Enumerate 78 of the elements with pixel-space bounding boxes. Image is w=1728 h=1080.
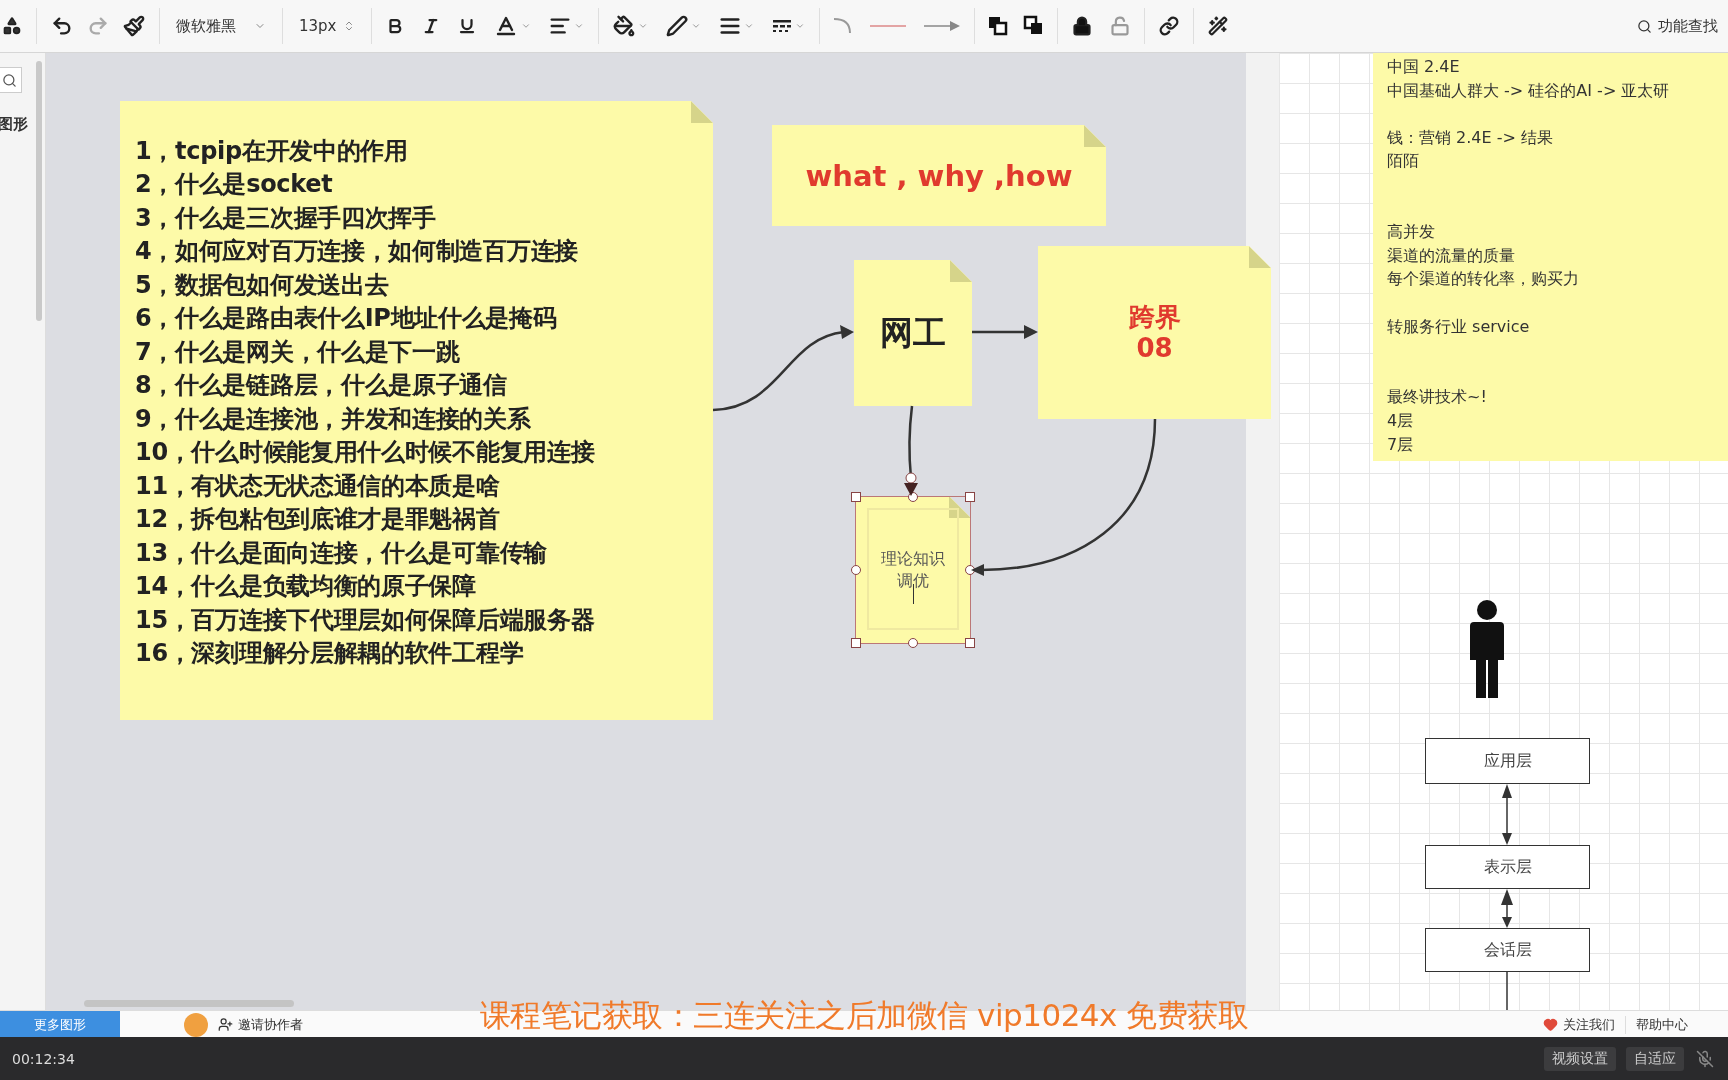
person-icon [1470, 600, 1504, 698]
note-text: 08 [1136, 332, 1173, 364]
dash-style-icon[interactable] [771, 18, 792, 34]
outline-item: 15，百万连接下代理层如何保障后端服务器 [135, 605, 596, 635]
note-line: 最终讲技术~! [1387, 386, 1488, 409]
invite-button[interactable]: 邀请协作者 [208, 1015, 313, 1034]
outline-item: 7，什么是网关，什么是下一跳 [135, 337, 461, 367]
note-text: 网工 [880, 311, 946, 354]
outline-item: 1，tcpip在开发中的作用 [135, 137, 409, 166]
follow-link[interactable]: 关注我们 [1533, 1015, 1625, 1034]
note-line: 中国 2.4E [1387, 56, 1461, 78]
search-icon[interactable] [1637, 18, 1652, 34]
send-back-icon[interactable] [1022, 15, 1045, 37]
bring-front-icon[interactable] [986, 15, 1009, 37]
sticky-note[interactable]: 网工 [854, 260, 972, 406]
playback-time: 00:12:34 [12, 1050, 75, 1067]
outline-item: 16，深刻理解分层解耦的软件工程学 [135, 639, 525, 668]
outline-item: 12，拆包粘包到底谁才是罪魁祸首 [135, 505, 501, 534]
note-text: 跨界 [1128, 301, 1181, 333]
caption-text: 课程笔记获取：三连关注之后加微信 vip1024x 免费获取 [479, 996, 1249, 1035]
outline-item: 8，什么是链路层，什么是原子通信 [135, 371, 508, 400]
layer-box[interactable]: 表示层 [1425, 845, 1590, 889]
outline-item: 14，什么是负载均衡的原子保障 [135, 572, 477, 601]
outline-item: 3，什么是三次握手四次挥手 [135, 203, 437, 233]
outline-item: 11，有状态无状态通信的本质是啥 [135, 471, 501, 501]
note-line: 转服务行业 service [1387, 315, 1531, 338]
help-link[interactable]: 帮助中心 [1625, 1015, 1698, 1034]
scrollbar[interactable] [84, 1000, 294, 1007]
outline-item: 6，什么是路由表什么IP地址什么是掩码 [135, 304, 558, 333]
outline-item: 10，什么时候能复用什么时候不能复用连接 [135, 438, 596, 467]
outline-item: 4，如何应对百万连接，如何制造百万连接 [135, 237, 579, 266]
outline-item: 13，什么是面向连接，什么是可靠传输 [135, 538, 548, 568]
font-size-select[interactable]: 13px [295, 15, 359, 37]
note-line: 每个渠道的转化率，购买力 [1387, 268, 1580, 291]
sticky-note[interactable]: 跨界 08 [1038, 246, 1271, 419]
note-text: 理论知识 [881, 548, 945, 570]
player-button[interactable]: 自适应 [1626, 1046, 1684, 1071]
note-text: 调优 [897, 570, 929, 592]
note-line: 中国基础人群大 -> 硅谷的AI -> 亚太研 [1387, 79, 1671, 102]
text-caret [913, 584, 914, 604]
sticky-note[interactable]: what , why ,how [772, 125, 1106, 226]
note-line: 高并发 [1387, 221, 1436, 244]
note-line: 钱：营销 2.4E -> 结果 [1387, 126, 1554, 149]
format-painter-icon[interactable] [121, 13, 147, 39]
sticky-note[interactable]: 中国 2.4E 中国基础人群大 -> 硅谷的AI -> 亚太研 钱：营销 2.4E -> 结果 陌陌 高并发 渠道的流量的质量 每个渠道的转化率，购买力 转服务行业 service 最终讲技术~! 4层 7层 [1373, 53, 1728, 461]
resize-handle[interactable] [851, 565, 861, 575]
add-user-icon[interactable] [218, 1017, 233, 1032]
sticky-note[interactable] [120, 101, 713, 720]
connector-arrow[interactable] [712, 325, 854, 412]
connector-arrow[interactable] [972, 325, 1038, 339]
layer-box[interactable]: 应用层 [1425, 738, 1590, 784]
sticky-note[interactable]: 理论知识 调优 [855, 496, 971, 644]
search-icon[interactable] [1, 72, 17, 88]
connector-arrow[interactable] [904, 405, 918, 496]
player-button[interactable]: 视频设置 [1544, 1046, 1616, 1071]
note-line: 7层 [1387, 433, 1415, 456]
resize-handle[interactable] [965, 638, 975, 648]
resize-handle[interactable] [908, 638, 918, 648]
feature-search-button[interactable]: 功能查找 [1627, 16, 1728, 36]
arrow-style-icon[interactable] [921, 20, 962, 32]
resize-handle[interactable] [851, 492, 861, 502]
font-select[interactable]: 微软雅黑 [172, 14, 270, 38]
search-field[interactable] [0, 67, 22, 93]
note-title: what , why ,how [805, 158, 1073, 193]
scrollbar[interactable] [36, 61, 42, 321]
note-line: 渠道的流量的质量 [1387, 244, 1516, 267]
outline-item: 2，什么是socket [135, 170, 334, 199]
resize-handle[interactable] [851, 638, 861, 648]
heart-icon[interactable] [1543, 1017, 1558, 1032]
layer-box[interactable]: 会话层 [1425, 928, 1590, 972]
resize-handle[interactable] [965, 492, 975, 502]
double-arrow [1501, 889, 1513, 928]
connector-line [1506, 971, 1508, 1010]
note-line: 4层 [1387, 409, 1415, 432]
note-line: 陌陌 [1387, 150, 1420, 173]
outline-item: 9，什么是连接池，并发和连接的关系 [135, 404, 532, 434]
double-arrow [1502, 784, 1512, 845]
outline-item: 5，数据包如何发送出去 [135, 270, 390, 300]
